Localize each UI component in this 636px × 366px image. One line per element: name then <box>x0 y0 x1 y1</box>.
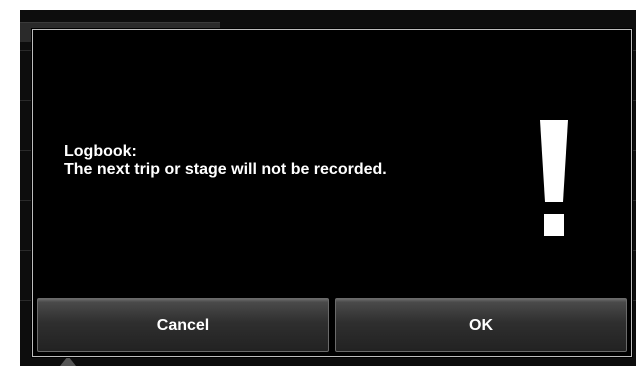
cancel-button-label: Cancel <box>156 317 210 334</box>
exclamation-icon <box>540 120 568 236</box>
background-arrow-icon <box>60 356 76 366</box>
cancel-button[interactable]: Cancel <box>37 298 329 352</box>
dialog-button-row: Cancel OK <box>37 298 627 352</box>
dialog-message: Logbook: The next trip or stage will not… <box>64 143 504 179</box>
ok-button-label: OK <box>469 317 493 334</box>
logbook-warning-dialog: Logbook: The next trip or stage will not… <box>32 29 632 357</box>
dialog-message-body: The next trip or stage will not be recor… <box>64 161 387 178</box>
ok-button[interactable]: OK <box>335 298 627 352</box>
dialog-message-title: Logbook: <box>64 143 137 160</box>
